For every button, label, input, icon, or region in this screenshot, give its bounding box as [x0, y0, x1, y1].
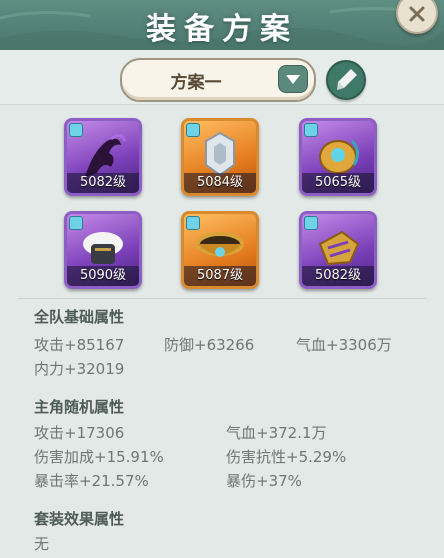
equipment-level: 5087级: [184, 266, 256, 286]
equipment-corner-badge: [186, 216, 200, 230]
hero-hp-stat: 气血+372.1万: [226, 424, 327, 442]
scheme-selector[interactable]: 方案一: [120, 58, 316, 102]
hero-attack-stat: 攻击+17306: [34, 424, 125, 442]
close-icon: [409, 6, 425, 22]
equipment-slot-4[interactable]: 5090级: [64, 211, 142, 289]
equipment-level: 5084级: [184, 173, 256, 193]
section-divider: [18, 298, 426, 299]
equipment-level: 5082级: [67, 173, 139, 193]
team-inner-power-stat: 内力+32019: [34, 360, 125, 378]
dropdown-button[interactable]: [278, 65, 308, 93]
equipment-corner-badge: [69, 123, 83, 137]
team-defense-stat: 防御+63266: [164, 336, 255, 354]
equipment-level: 5065级: [302, 173, 374, 193]
team-hp-stat: 气血+3306万: [296, 336, 392, 354]
edit-scheme-button[interactable]: [326, 60, 366, 100]
header-bar: 装备方案: [0, 0, 444, 50]
close-button[interactable]: [396, 0, 438, 34]
equipment-level: 5082级: [302, 266, 374, 286]
hero-stats-title: 主角随机属性: [34, 398, 125, 416]
equipment-corner-badge: [304, 216, 318, 230]
equipment-slot-1[interactable]: 5082级: [64, 118, 142, 196]
equipment-level: 5090级: [67, 266, 139, 286]
hero-damage-resist-stat: 伤害抗性+5.29%: [226, 448, 347, 466]
equipment-corner-badge: [69, 216, 83, 230]
team-stats-title: 全队基础属性: [34, 308, 125, 326]
page-title: 装备方案: [146, 12, 298, 47]
hero-crit-rate-stat: 暴击率+21.57%: [34, 472, 149, 490]
equipment-slot-6[interactable]: 5082级: [299, 211, 377, 289]
hero-damage-bonus-stat: 伤害加成+15.91%: [34, 448, 164, 466]
equipment-corner-badge: [304, 123, 318, 137]
set-effect-value: 无: [34, 535, 50, 553]
chevron-down-icon: [286, 75, 300, 84]
set-effect-title: 套装效果属性: [34, 510, 125, 528]
equipment-slot-2[interactable]: 5084级: [181, 118, 259, 196]
team-attack-stat: 攻击+85167: [34, 336, 125, 354]
hero-crit-damage-stat: 暴伤+37%: [226, 472, 302, 490]
equipment-corner-badge: [186, 123, 200, 137]
brush-icon: [337, 69, 357, 90]
equipment-slot-5[interactable]: 5087级: [181, 211, 259, 289]
equipment-slot-3[interactable]: 5065级: [299, 118, 377, 196]
scheme-selector-label: 方案一: [170, 73, 222, 93]
